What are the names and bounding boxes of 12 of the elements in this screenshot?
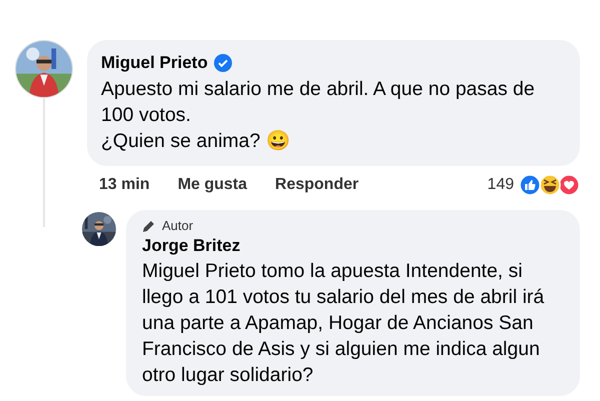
comment-text: Miguel Prieto tomo la apuesta Intendente, si llego a 101 votos tu salario del mes de abril irá una parte a Apamap, Hogar de Ancianos San Francisco de Asis y si alguien me indica algun otro lugar solidario? [142,259,546,388]
author-label: Autor [162,218,194,234]
comment-text: ¿Quien se anima? 😀 [101,129,291,154]
like-link[interactable]: Me gusta [178,176,248,194]
reactions-icon[interactable] [518,174,580,196]
reaction-count[interactable]: 149 [487,176,514,194]
author-name[interactable]: Miguel Prieto [101,52,208,74]
timestamp[interactable]: 13 min [99,176,150,194]
author-name[interactable]: Jorge Britez [142,234,566,258]
comment-text: Apuesto mi salario me de abril. A que no pasas de 100 votos. [101,77,536,128]
pencil-icon [142,219,156,233]
reply-link[interactable]: Responder [275,176,359,194]
